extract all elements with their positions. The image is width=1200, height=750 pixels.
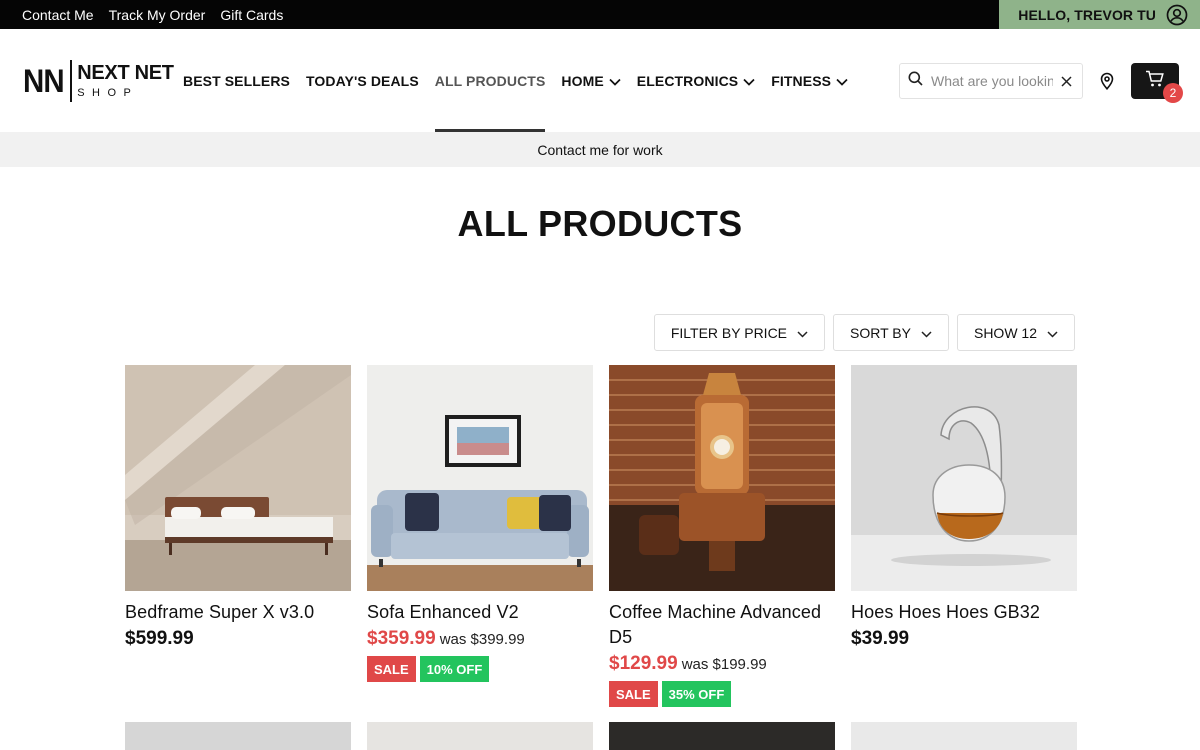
greeting-text: HELLO, TREVOR TU xyxy=(1018,6,1156,23)
cart-count-badge: 2 xyxy=(1163,83,1183,103)
product-pricing: $39.99 xyxy=(851,628,1077,650)
product-grid: Bedframe Super X v3.0 $599.99 Sofa Enhan… xyxy=(125,365,1077,707)
sale-badge: SALE xyxy=(609,681,658,707)
product-price: $39.99 xyxy=(851,628,910,649)
filter-label: SORT BY xyxy=(850,324,911,341)
main-nav: BEST SELLERS TODAY'S DEALS ALL PRODUCTS … xyxy=(183,29,848,132)
product-card[interactable]: Sofa Enhanced V2 $359.99 was $399.99 SAL… xyxy=(367,365,593,707)
product-sale-price: $359.99 xyxy=(367,628,436,649)
product-image-bedframe[interactable] xyxy=(125,365,351,591)
nav-label: ELECTRONICS xyxy=(636,72,739,89)
product-name[interactable]: Sofa Enhanced V2 xyxy=(367,600,593,625)
discount-badge: 10% OFF xyxy=(419,656,490,682)
product-image-sofa[interactable] xyxy=(367,365,593,591)
logo-words: NEXT NET SHOP xyxy=(77,63,174,99)
nav-label: ALL PRODUCTS xyxy=(434,72,546,89)
announcement-bar[interactable]: Contact me for work xyxy=(0,132,1200,167)
product-image[interactable] xyxy=(609,722,835,750)
filter-label: FILTER BY PRICE xyxy=(670,324,788,341)
nav-label: HOME xyxy=(561,72,604,89)
logo-sub: SHOP xyxy=(77,87,139,99)
chevron-down-icon xyxy=(609,73,621,89)
nav-fitness[interactable]: FITNESS xyxy=(771,29,848,132)
search-box xyxy=(899,63,1083,99)
cart-button[interactable]: 2 xyxy=(1131,63,1183,103)
discount-badge: 35% OFF xyxy=(661,681,732,707)
product-name[interactable]: Bedframe Super X v3.0 xyxy=(125,600,351,625)
nav-home[interactable]: HOME xyxy=(561,29,621,132)
page-title: ALL PRODUCTS xyxy=(457,203,743,244)
filter-label: SHOW 12 xyxy=(973,324,1037,341)
account-button[interactable]: HELLO, TREVOR TU xyxy=(999,0,1200,29)
product-pricing: $129.99 was $199.99 xyxy=(609,653,835,675)
product-pricing: $359.99 was $399.99 xyxy=(367,628,593,650)
search-input[interactable] xyxy=(931,73,1053,89)
nav-electronics[interactable]: ELECTRONICS xyxy=(637,29,755,132)
product-image[interactable] xyxy=(125,722,351,750)
logo-mark: NN xyxy=(23,63,65,99)
product-name[interactable]: Coffee Machine Advanced D5 xyxy=(609,600,835,650)
close-icon[interactable] xyxy=(1061,75,1072,87)
product-was-price: was $399.99 xyxy=(439,631,525,648)
product-price: $599.99 xyxy=(125,628,194,649)
product-card[interactable]: Hoes Hoes Hoes GB32 $39.99 xyxy=(851,365,1077,707)
top-utility-bar: Contact Me Track My Order Gift Cards HEL… xyxy=(0,0,1200,29)
product-card[interactable]: Coffee Machine Advanced D5 $129.99 was $… xyxy=(609,365,835,707)
sale-badge: SALE xyxy=(367,656,416,682)
filter-by-price-dropdown[interactable]: FILTER BY PRICE xyxy=(653,314,826,351)
product-image[interactable] xyxy=(851,722,1077,750)
nav-todays-deals[interactable]: TODAY'S DEALS xyxy=(306,29,419,132)
contact-me-link[interactable]: Contact Me xyxy=(22,7,94,23)
product-grid-next-row xyxy=(125,722,1077,750)
chevron-down-icon xyxy=(743,73,755,89)
chevron-down-icon xyxy=(836,73,848,89)
product-pricing: $599.99 xyxy=(125,628,351,650)
nav-best-sellers[interactable]: BEST SELLERS xyxy=(183,29,290,132)
logo[interactable]: NN NEXT NET SHOP xyxy=(23,59,174,103)
nav-label: TODAY'S DEALS xyxy=(306,72,419,89)
product-was-price: was $199.99 xyxy=(681,656,767,673)
product-badges: SALE 10% OFF xyxy=(367,656,593,682)
top-links: Contact Me Track My Order Gift Cards xyxy=(22,0,283,29)
chevron-down-icon xyxy=(921,325,932,341)
logo-name: NEXT NET xyxy=(77,62,174,84)
show-count-dropdown[interactable]: SHOW 12 xyxy=(956,314,1075,351)
nav-label: FITNESS xyxy=(771,72,832,89)
product-image-glass-brewer[interactable] xyxy=(851,365,1077,591)
logo-divider xyxy=(70,60,73,102)
filter-bar: FILTER BY PRICE SORT BY SHOW 12 xyxy=(653,314,1075,351)
search-icon xyxy=(908,71,923,91)
gift-cards-link[interactable]: Gift Cards xyxy=(220,7,283,23)
cart-icon xyxy=(1145,70,1165,93)
sort-by-dropdown[interactable]: SORT BY xyxy=(833,314,949,351)
track-order-link[interactable]: Track My Order xyxy=(109,7,206,23)
product-name[interactable]: Hoes Hoes Hoes GB32 xyxy=(851,600,1077,625)
chevron-down-icon xyxy=(797,325,808,341)
nav-all-products[interactable]: ALL PRODUCTS xyxy=(434,29,546,132)
chevron-down-icon xyxy=(1047,325,1058,341)
nav-label: BEST SELLERS xyxy=(183,72,290,89)
product-badges: SALE 35% OFF xyxy=(609,681,835,707)
site-header: NN NEXT NET SHOP BEST SELLERS TODAY'S DE… xyxy=(0,29,1200,132)
product-sale-price: $129.99 xyxy=(609,653,678,674)
user-icon xyxy=(1166,4,1188,26)
product-card[interactable]: Bedframe Super X v3.0 $599.99 xyxy=(125,365,351,707)
product-image[interactable] xyxy=(367,722,593,750)
product-image-coffee-machine[interactable] xyxy=(609,365,835,591)
map-pin-icon[interactable] xyxy=(1099,72,1115,95)
